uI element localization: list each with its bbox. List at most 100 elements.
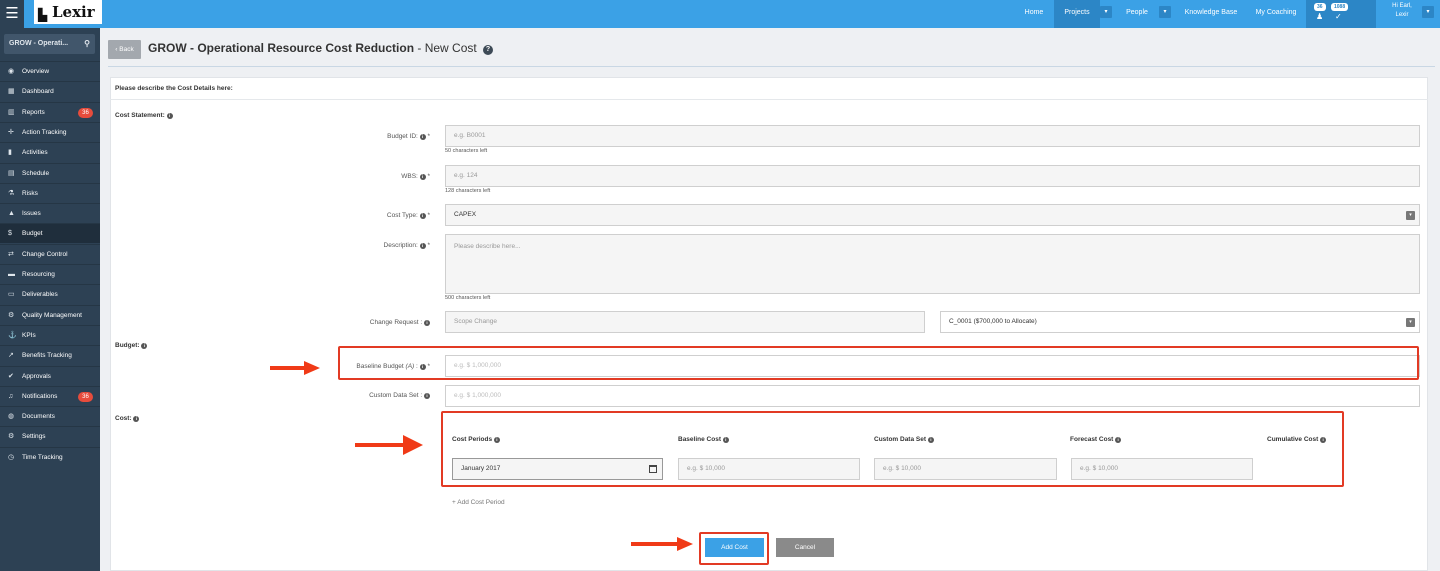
highlight-box-cost-table [441,411,1344,487]
sidebar-item-benefits-tracking[interactable]: ↗ Benefits Tracking [0,345,100,365]
sidebar-item-activities[interactable]: ▮ Activities [0,142,100,162]
count-badge: 36 [78,107,93,118]
highlight-box-baseline-budget [338,346,1419,380]
budget-section: Budget: i [115,341,148,351]
sidebar-item-dashboard[interactable]: ▦ Dashboard [0,81,100,101]
dashboard-icon: ▦ [8,88,15,96]
page-title: GROW - Operational Resource Cost Reducti… [148,40,494,56]
budget-id-input[interactable]: e.g. B0001 [445,125,1420,147]
sidebar-item-issues[interactable]: ▲ Issues [0,203,100,223]
nav-projects[interactable]: Projects [1054,0,1100,28]
change-request-input[interactable]: Scope Change [445,311,925,333]
globe-icon: ◍ [8,413,15,421]
thumbs-up-icon: ✔ [8,372,14,380]
info-icon[interactable]: i [419,174,426,180]
budget-id-hint: 50 characters left [445,148,488,154]
user-menu[interactable]: Hi Earl, Lexir [1384,2,1420,20]
cancel-button[interactable]: Cancel [776,538,834,557]
sidebar-item-approvals[interactable]: ✔ Approvals [0,365,100,386]
info-icon[interactable]: i [419,213,426,219]
sidebar-item-change-control[interactable]: ⇄ Change Control [0,243,100,264]
sidebar-item-label: Documents [22,413,55,421]
sidebar-item-reports[interactable]: ▥ Reports 36 [0,101,100,122]
back-button[interactable]: ‹ Back [108,40,141,59]
description-label: Description: i * [383,242,430,249]
chevron-down-icon: ▾ [1406,211,1415,220]
sidebar-item-label: Action Tracking [22,128,67,136]
sidebar-item-label: Dashboard [22,88,54,96]
sidebar-item-budget[interactable]: $ Budget [0,223,100,244]
messages-icon[interactable]: ✓ [1335,12,1342,21]
page-subtitle: - New Cost [414,41,477,55]
info-icon[interactable]: i [133,416,140,422]
info-icon[interactable]: i [419,134,426,140]
hamburger-icon[interactable]: ☰ [0,0,24,28]
sidebar-item-documents[interactable]: ◍ Documents [0,406,100,426]
wbs-input[interactable]: e.g. 124 [445,165,1420,187]
change-request-select[interactable]: C_0001 ($700,000 to Allocate) ▾ [940,311,1420,333]
notification-badge: 36 [1314,3,1326,11]
sidebar-item-resourcing[interactable]: ▬ Resourcing [0,264,100,284]
change-request-select-value: C_0001 ($700,000 to Allocate) [949,318,1037,325]
count-badge: 36 [78,391,93,402]
custom-data-set-input[interactable]: e.g. $ 1,000,000 [445,385,1420,407]
sidebar-item-label: Deliverables [22,291,58,299]
description-hint: 500 characters left [445,295,491,301]
help-icon[interactable]: ? [483,45,494,55]
wbs-label: WBS: i * [401,173,430,180]
sidebar-item-action-tracking[interactable]: ✛ Action Tracking [0,121,100,142]
cost-type-select[interactable]: CAPEX ▾ [445,204,1420,226]
sidebar-item-settings[interactable]: ⚙ Settings [0,426,100,446]
nav-my-coaching[interactable]: My Coaching [1250,0,1302,28]
sidebar-item-label: Issues [22,210,41,218]
bell-icon[interactable]: ♟ [1316,12,1323,21]
sidebar-item-label: Activities [22,149,48,157]
budget-section-label: Budget: [115,342,140,349]
calendar-icon: ▤ [8,169,15,177]
brand-logo[interactable]: ▙ Lexir [34,0,102,24]
cost-type-value: CAPEX [454,211,477,218]
search-icon[interactable]: ⚲ [84,34,90,54]
flask-icon: ⚗ [8,189,15,197]
info-icon[interactable]: i [424,393,430,399]
dollar-icon: $ [8,230,12,238]
sidebar-item-kpis[interactable]: ⚓ KPIs [0,324,100,345]
sidebar-item-label: Notifications [22,392,58,400]
cost-statement-section: Cost Statement: i [115,111,173,121]
sidebar-item-deliverables[interactable]: ▭ Deliverables [0,284,100,304]
add-cost-period-link[interactable]: + Add Cost Period [452,498,505,508]
annotation-arrow [631,537,693,551]
sidebar-item-notifications[interactable]: ♫ Notifications 36 [0,385,100,406]
sidebar-item-quality-management[interactable]: ⚙ Quality Management [0,304,100,325]
sidebar-item-time-tracking[interactable]: ◷ Time Tracking [0,446,100,467]
top-navbar: ☰ ▙ Lexir Home Projects ▾ People ▾ Knowle… [0,0,1440,28]
cost-section: Cost: i [115,414,140,424]
nav-people[interactable]: People [1120,0,1154,28]
info-icon[interactable]: i [424,320,430,326]
sidebar-item-risks[interactable]: ⚗ Risks [0,182,100,203]
project-search[interactable]: GROW - Operati... ⚲ [4,34,95,54]
sidebar-item-label: Quality Management [22,311,82,319]
custom-data-set-label: Custom Data Set : i [300,391,430,401]
sidebar-item-label: Settings [22,433,46,441]
sidebar-item-label: Schedule [22,169,50,177]
sidebar-item-label: Time Tracking [22,453,63,461]
sidebar-item-label: Resourcing [22,271,55,278]
sidebar-item-overview[interactable]: ◉ Overview [0,61,100,81]
user-dropdown-icon[interactable]: ▾ [1422,6,1434,18]
description-textarea[interactable]: Please describe here... [445,234,1420,294]
projects-dropdown-icon[interactable]: ▾ [1100,6,1112,18]
nav-knowledge-base[interactable]: Knowledge Base [1180,0,1242,28]
info-icon[interactable]: i [141,343,148,349]
people-dropdown-icon[interactable]: ▾ [1159,6,1171,18]
cost-type-label: Cost Type: i * [386,212,430,219]
info-icon[interactable]: i [166,113,173,119]
sidebar-item-label: Risks [22,189,38,197]
crosshair-icon: ✛ [8,128,14,136]
header-divider [108,66,1435,67]
user-name: Lexir [1395,12,1409,18]
sidebar-item-label: Reports [22,108,45,116]
sidebar-item-schedule[interactable]: ▤ Schedule [0,162,100,183]
info-icon[interactable]: i [419,243,426,249]
nav-home[interactable]: Home [1018,0,1050,28]
